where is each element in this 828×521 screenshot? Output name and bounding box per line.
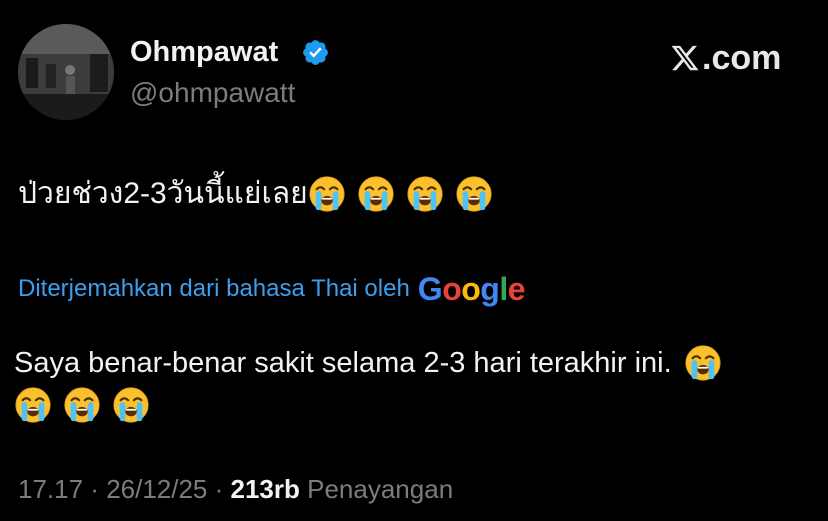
loudly-crying-face-icon: [406, 175, 444, 213]
avatar[interactable]: [18, 24, 114, 120]
view-count[interactable]: 213rb: [231, 474, 300, 504]
views-label: Penayangan: [299, 474, 454, 504]
verified-badge-icon: [303, 40, 328, 65]
separator: ·: [207, 474, 231, 504]
translation-attribution[interactable]: Diterjemahkan dari bahasa Thai oleh Goog…: [18, 271, 526, 307]
post-date[interactable]: 26/12/25: [106, 474, 207, 504]
x-logo-icon: [671, 45, 699, 71]
loudly-crying-face-icon: [455, 175, 493, 213]
loudly-crying-face-icon: [308, 175, 346, 213]
site-domain-label: .com: [702, 38, 782, 77]
tweet-text: ป่วยช่วง2-3วันนี้แย่เลย: [18, 174, 493, 214]
tweet-meta: 17.17 · 26/12/25 · 213rb Penayangan: [18, 472, 453, 506]
profile-photo: [18, 24, 114, 120]
loudly-crying-face-icon: [14, 386, 52, 424]
username-handle[interactable]: @ohmpawatt: [130, 76, 295, 110]
site-badge: .com: [670, 38, 781, 78]
loudly-crying-face-icon: [357, 175, 395, 213]
tweet-text-body: ป่วยช่วง2-3วันนี้แย่เลย: [18, 177, 308, 210]
translated-text: Saya benar-benar sakit selama 2-3 hari t…: [14, 340, 814, 424]
translation-label[interactable]: Diterjemahkan dari bahasa Thai oleh: [18, 272, 410, 306]
separator: ·: [83, 474, 107, 504]
google-logo: Google: [417, 271, 526, 307]
loudly-crying-face-icon: [112, 386, 150, 424]
post-time[interactable]: 17.17: [18, 474, 83, 504]
loudly-crying-face-icon: [63, 386, 101, 424]
display-name[interactable]: Ohmpawat: [130, 34, 278, 70]
loudly-crying-face-icon: [684, 344, 722, 382]
translated-text-body: Saya benar-benar sakit selama 2-3 hari t…: [14, 347, 672, 379]
